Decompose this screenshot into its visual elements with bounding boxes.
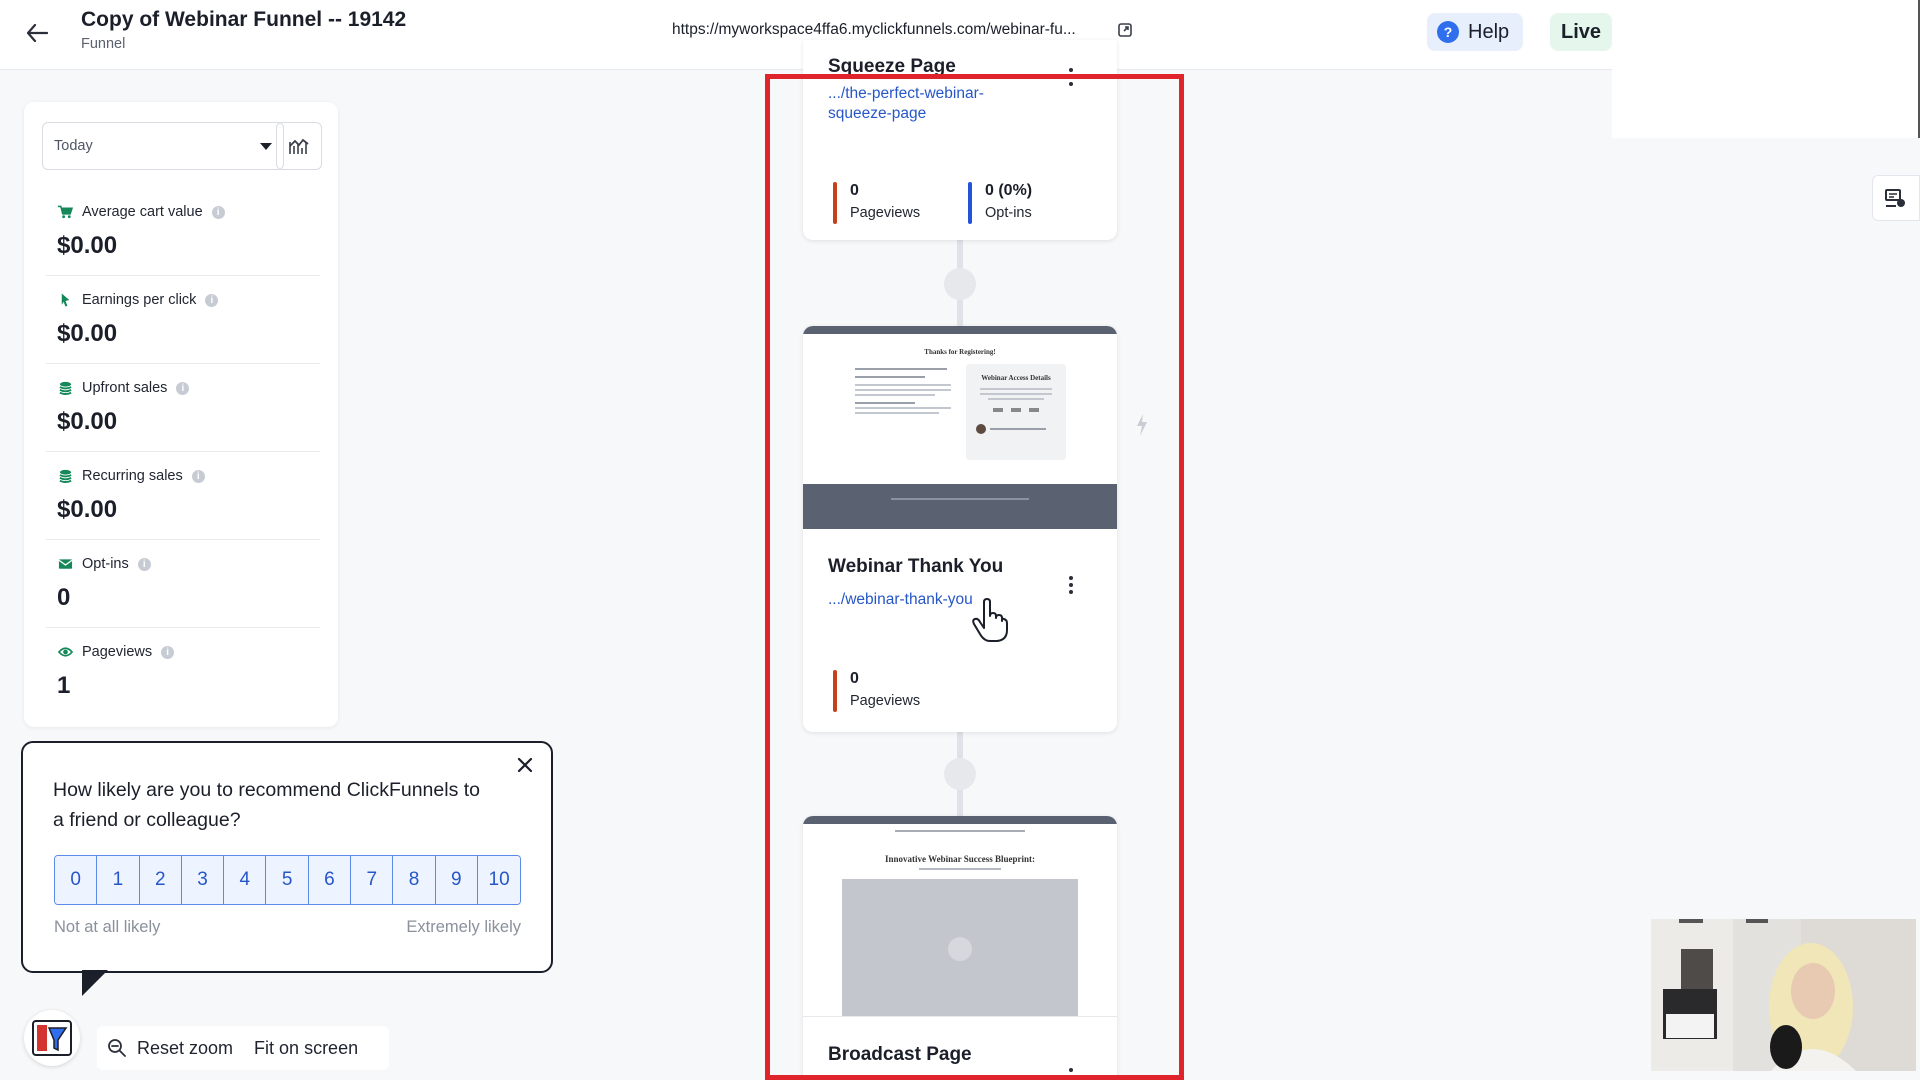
stat-value: $0.00 (57, 408, 118, 435)
back-arrow-icon[interactable] (22, 18, 52, 48)
coins-icon (59, 469, 72, 483)
date-range-select[interactable]: Today (42, 122, 284, 170)
info-icon[interactable]: i (211, 205, 225, 219)
info-icon[interactable]: i (137, 557, 151, 571)
stat-opt-ins: Opt-ins i 0 (46, 540, 320, 628)
stat-pageviews: Pageviews i 1 (46, 628, 320, 716)
funnel-title: Copy of Webinar Funnel -- 19142 (81, 8, 407, 31)
help-button[interactable]: ? Help (1427, 13, 1523, 51)
rating-option[interactable]: 3 (181, 856, 225, 904)
help-icon: ? (1437, 21, 1459, 43)
rating-option[interactable]: 7 (351, 856, 394, 904)
cursor-icon (61, 293, 70, 307)
help-label: Help (1468, 20, 1510, 43)
rating-option[interactable]: 4 (224, 856, 267, 904)
rating-option[interactable]: 2 (139, 856, 182, 904)
stats-panel: Today Average cart value i $0.00 Earning… (24, 102, 338, 727)
info-icon[interactable]: i (205, 293, 219, 307)
external-link-icon[interactable] (1117, 22, 1135, 40)
stat-upfront-sales: Upfront sales i $0.00 (46, 364, 320, 452)
zoom-out-icon[interactable] (97, 1026, 137, 1070)
funnel-type-label: Funnel (81, 36, 126, 52)
stat-earnings-per-click: Earnings per click i $0.00 (46, 276, 320, 364)
rating-option[interactable]: 9 (435, 856, 478, 904)
funnel-url[interactable]: https://myworkspace4ffa6.myclickfunnels.… (672, 21, 1076, 39)
stat-label: Recurring sales (82, 468, 183, 484)
settings-toggle-icon[interactable] (1872, 175, 1920, 221)
info-icon[interactable]: i (191, 469, 205, 483)
rating-option[interactable]: 10 (477, 856, 521, 904)
fit-on-screen-button[interactable]: Fit on screen (254, 1038, 358, 1059)
stat-value: 0 (57, 584, 71, 611)
chart-toggle-button[interactable] (276, 122, 322, 170)
stat-label: Pageviews (82, 644, 153, 660)
stat-value: $0.00 (57, 496, 118, 523)
stat-label: Opt-ins (82, 556, 129, 572)
coins-icon (59, 381, 72, 395)
info-icon[interactable]: i (176, 381, 190, 395)
rating-option[interactable]: 6 (308, 856, 352, 904)
date-range-value: Today (54, 138, 93, 154)
live-status-button[interactable]: Live (1550, 13, 1612, 51)
highlight-frame (765, 74, 1184, 1080)
info-icon[interactable]: i (161, 645, 175, 659)
webcam-video-feed (1651, 919, 1916, 1071)
nps-survey-popup: How likely are you to recommend ClickFun… (21, 741, 553, 973)
scale-low-label: Not at all likely (54, 918, 161, 936)
stat-average-cart-value: Average cart value i $0.00 (46, 188, 320, 276)
stat-value: $0.00 (57, 320, 118, 347)
clickfunnels-logo-icon[interactable] (24, 1010, 80, 1066)
caret-down-icon (260, 143, 272, 150)
line-chart-icon (289, 138, 309, 154)
hand-cursor-icon (972, 598, 1008, 647)
stat-value: 1 (57, 672, 71, 699)
rating-scale: 0 1 2 3 4 5 6 7 8 9 10 (54, 855, 522, 905)
survey-question: How likely are you to recommend ClickFun… (53, 779, 481, 831)
stat-recurring-sales: Recurring sales i $0.00 (46, 452, 320, 540)
reset-zoom-button[interactable]: Reset zoom (137, 1038, 233, 1059)
scale-high-label: Extremely likely (406, 918, 521, 936)
close-icon[interactable] (517, 757, 535, 775)
cart-icon (58, 205, 73, 219)
rating-option[interactable]: 0 (55, 856, 98, 904)
stat-label: Upfront sales (82, 380, 168, 396)
right-side-panel (1612, 0, 1920, 138)
stat-value: $0.00 (57, 232, 118, 259)
eye-icon (58, 647, 73, 657)
rating-option[interactable]: 1 (97, 856, 140, 904)
mail-icon (58, 559, 73, 569)
rating-option[interactable]: 5 (266, 856, 309, 904)
zoom-controls: Reset zoom Fit on screen (97, 1026, 389, 1070)
stat-label: Average cart value (82, 204, 203, 220)
popup-pointer (82, 970, 108, 996)
stat-label: Earnings per click (82, 292, 197, 308)
rating-option[interactable]: 8 (393, 856, 436, 904)
